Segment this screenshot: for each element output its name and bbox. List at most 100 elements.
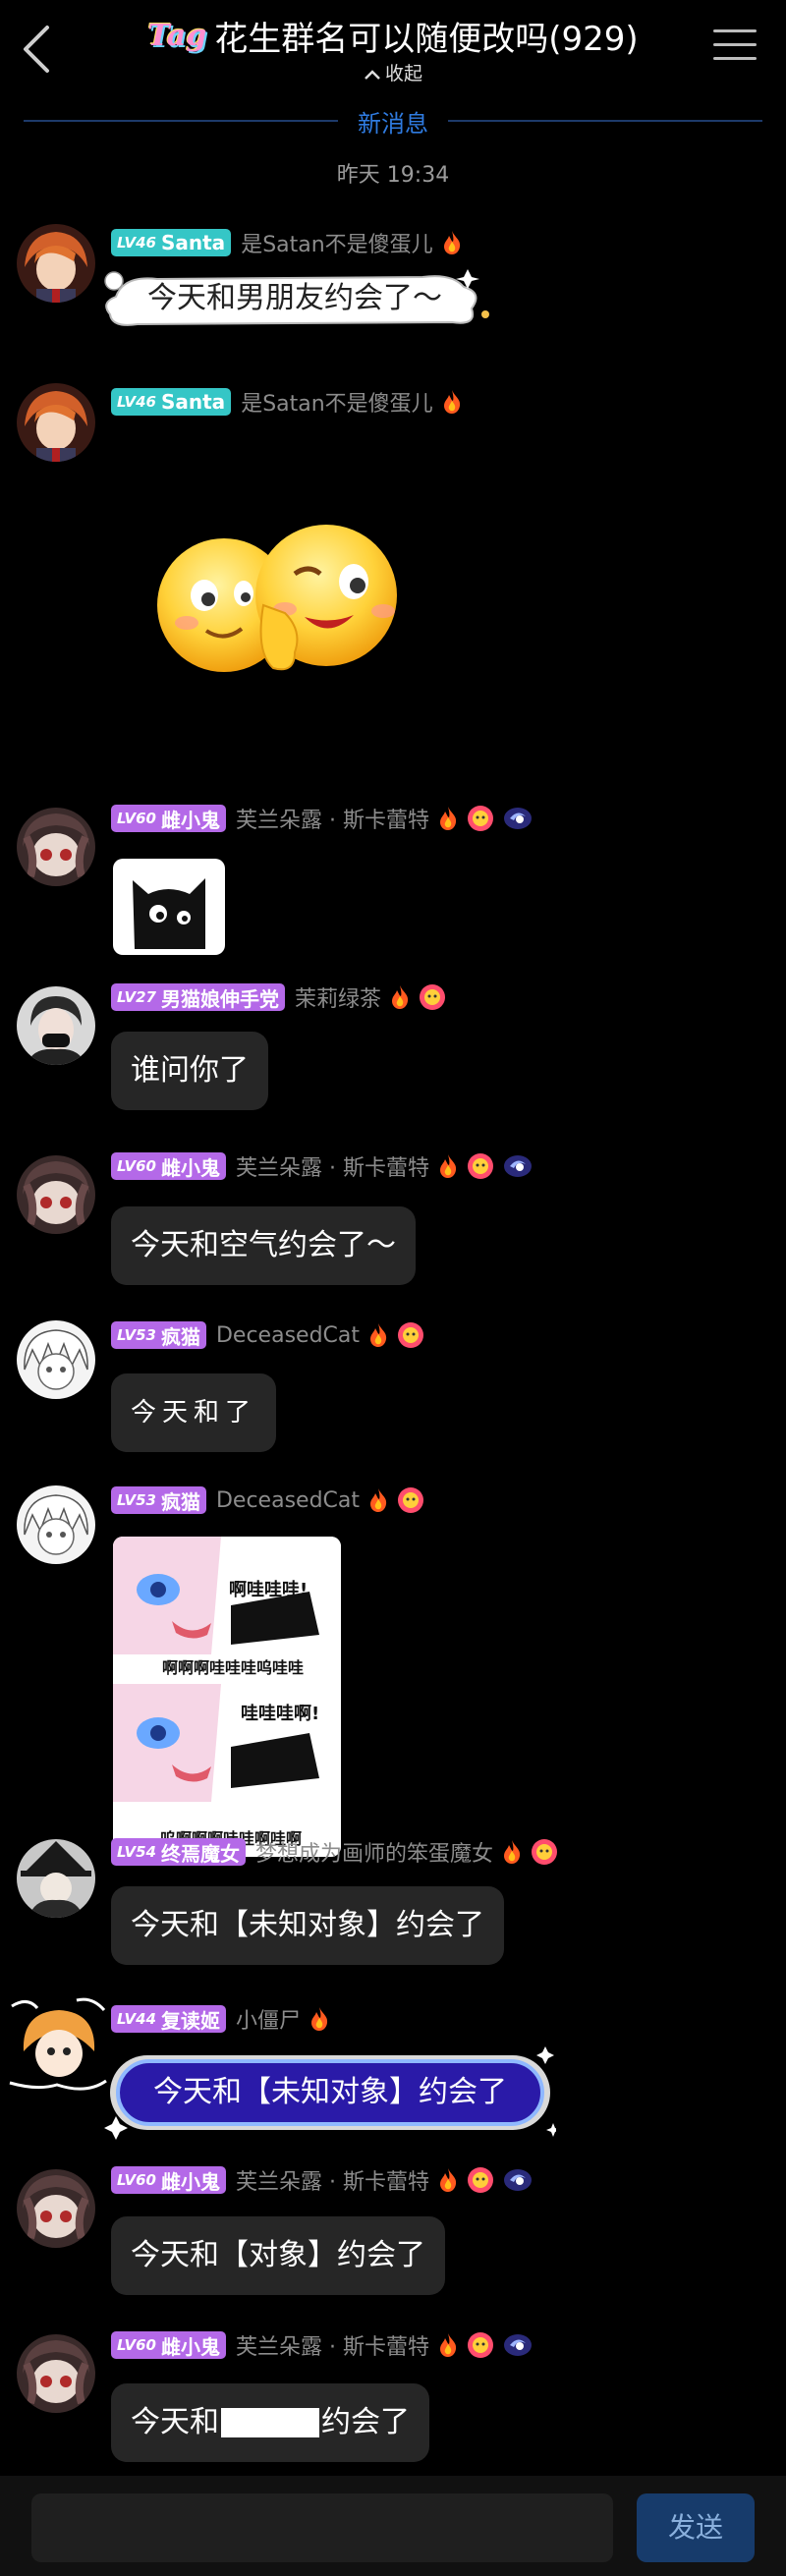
sender-name[interactable]: 芙兰朵露 · 斯卡蕾特: [236, 2329, 429, 2361]
level-badge: LV27 男猫娘伸手党: [111, 983, 285, 1011]
fire-icon: [443, 231, 460, 254]
collapse-label: 收起: [384, 63, 422, 84]
level-badge: LV53 疯猫: [111, 1486, 206, 1514]
sender-meta: LV60 雌小鬼 芙兰朵露 · 斯卡蕾特: [111, 804, 533, 833]
level-badge: LV60 雌小鬼: [111, 1152, 226, 1180]
avatar[interactable]: [17, 1485, 95, 1564]
fire-icon: [439, 2168, 457, 2192]
avatar[interactable]: [17, 1839, 95, 1918]
avatar[interactable]: [17, 383, 95, 462]
timestamp: 昨天 19:34: [336, 163, 450, 188]
galaxy-badge-icon: [503, 2334, 532, 2356]
flower-badge-icon: [467, 1153, 493, 1179]
sender-name[interactable]: 芙兰朵露 · 斯卡蕾特: [236, 803, 429, 834]
fire-icon: [370, 1488, 387, 1512]
fire-icon: [439, 1154, 457, 1178]
sender-meta: LV44 复读姬 小僵尸: [111, 2004, 330, 2034]
send-button[interactable]: 发送: [637, 2493, 755, 2562]
avatar[interactable]: [17, 808, 95, 886]
avatar[interactable]: [8, 1992, 110, 2097]
flower-badge-icon: [398, 1322, 424, 1348]
flower-badge-icon: [532, 1839, 557, 1865]
black-cat-sticker[interactable]: [113, 859, 225, 955]
glow-bubble[interactable]: 今天和【未知对象】约会了: [104, 2045, 556, 2140]
sender-meta: LV53 疯猫 DeceasedCat: [111, 1320, 424, 1350]
sender-name[interactable]: DeceasedCat: [216, 1323, 360, 1348]
avatar[interactable]: [17, 2334, 95, 2413]
menu-icon[interactable]: [713, 29, 757, 65]
fire-icon: [439, 807, 457, 830]
level-badge: LV60 雌小鬼: [111, 805, 226, 832]
level-badge: LV46 Santa: [111, 388, 232, 416]
message-bubble[interactable]: 今天和【对象】约会了: [111, 2216, 445, 2295]
chat-header: Tag 花生群名可以随便改吗(929) 收起: [0, 0, 786, 98]
meme-image[interactable]: 啊哇哇哇! 啊啊啊哇哇哇呜哇哇 哇哇哇啊! 呜啊啊啊哇哇啊哇啊: [113, 1537, 341, 1857]
input-bar: 发送: [0, 2476, 786, 2576]
collapse-toggle[interactable]: 收起: [0, 59, 786, 85]
avatar[interactable]: [17, 1320, 95, 1399]
message-bubble[interactable]: 今天和了: [111, 1373, 277, 1452]
fire-icon: [443, 390, 460, 414]
fire-icon: [311, 2007, 328, 2031]
flower-badge-icon: [420, 984, 445, 1010]
fire-icon: [370, 1323, 387, 1347]
sender-name[interactable]: 是Satan不是傻蛋儿: [241, 227, 433, 258]
sender-meta: LV60 雌小鬼 芙兰朵露 · 斯卡蕾特: [111, 1151, 533, 1181]
emoji-pair-sticker[interactable]: [147, 515, 422, 682]
new-messages-label: 新消息: [358, 110, 428, 138]
sender-meta: LV27 男猫娘伸手党 茉莉绿茶: [111, 982, 446, 1012]
sender-meta: LV60 雌小鬼 芙兰朵露 · 斯卡蕾特: [111, 2330, 533, 2360]
fire-icon: [439, 2333, 457, 2357]
level-badge: LV60 雌小鬼: [111, 2166, 226, 2194]
flower-badge-icon: [467, 2167, 493, 2193]
sender-name[interactable]: 小僵尸: [236, 2003, 301, 2035]
avatar[interactable]: [17, 224, 95, 303]
avatar[interactable]: [17, 986, 95, 1065]
level-badge: LV54 终焉魔女: [111, 1838, 246, 1866]
message-text: 今天和男朋友约会了～: [147, 281, 442, 315]
message-text: 今天和【未知对象】约会了: [153, 2075, 507, 2109]
redacted-block: [221, 2408, 319, 2437]
sender-name[interactable]: 梦想成为画师的笨蛋魔女: [255, 1836, 493, 1868]
fire-icon: [392, 985, 409, 1009]
flower-badge-icon: [467, 2332, 493, 2358]
decorated-bubble[interactable]: 今天和男朋友约会了～: [98, 263, 491, 334]
message-bubble[interactable]: 今天和【未知对象】约会了: [111, 1886, 504, 1965]
chevron-up-icon: [365, 69, 380, 80]
meme-caption: 啊啊啊哇哇哇呜哇哇: [162, 1658, 305, 1677]
avatar[interactable]: [17, 2169, 95, 2248]
sender-meta: LV46 Santa 是Satan不是傻蛋儿: [111, 387, 463, 417]
galaxy-badge-icon: [503, 1155, 532, 1177]
message-text: 今天和: [131, 2405, 219, 2439]
sender-name[interactable]: 茉莉绿茶: [295, 981, 381, 1013]
sender-name[interactable]: 芙兰朵露 · 斯卡蕾特: [236, 2164, 429, 2196]
new-messages-divider: 新消息: [24, 102, 762, 138]
message-bubble[interactable]: 今天和 约会了: [111, 2383, 429, 2462]
level-badge: LV44 复读姬: [111, 2005, 226, 2033]
level-badge: LV46 Santa: [111, 229, 232, 256]
title-bar: Tag 花生群名可以随便改吗(929): [0, 12, 786, 60]
galaxy-badge-icon: [503, 2169, 532, 2191]
galaxy-badge-icon: [503, 808, 532, 829]
sender-meta: LV53 疯猫 DeceasedCat: [111, 1485, 424, 1515]
sender-name[interactable]: DeceasedCat: [216, 1488, 360, 1513]
sender-meta: LV54 终焉魔女 梦想成为画师的笨蛋魔女: [111, 1837, 558, 1867]
sender-name[interactable]: 芙兰朵露 · 斯卡蕾特: [236, 1150, 429, 1182]
tag-logo: Tag: [147, 19, 207, 53]
fire-icon: [504, 1840, 521, 1864]
flower-badge-icon: [398, 1487, 424, 1513]
sender-name[interactable]: 是Satan不是傻蛋儿: [241, 386, 433, 418]
meme-caption: 啊哇哇哇!: [229, 1580, 309, 1600]
flower-badge-icon: [467, 806, 493, 831]
message-input[interactable]: [31, 2493, 613, 2562]
group-title[interactable]: 花生群名可以随便改吗(929): [214, 12, 638, 60]
meme-caption: 哇哇哇啊!: [241, 1704, 320, 1724]
sender-meta: LV60 雌小鬼 芙兰朵露 · 斯卡蕾特: [111, 2165, 533, 2195]
message-bubble[interactable]: 谁问你了: [111, 1032, 268, 1110]
message-bubble[interactable]: 今天和空气约会了～: [111, 1206, 416, 1285]
avatar[interactable]: [17, 1155, 95, 1234]
sender-meta: LV46 Santa 是Satan不是傻蛋儿: [111, 228, 463, 257]
level-badge: LV60 雌小鬼: [111, 2331, 226, 2359]
level-badge: LV53 疯猫: [111, 1321, 206, 1349]
message-text: 约会了: [321, 2405, 410, 2439]
